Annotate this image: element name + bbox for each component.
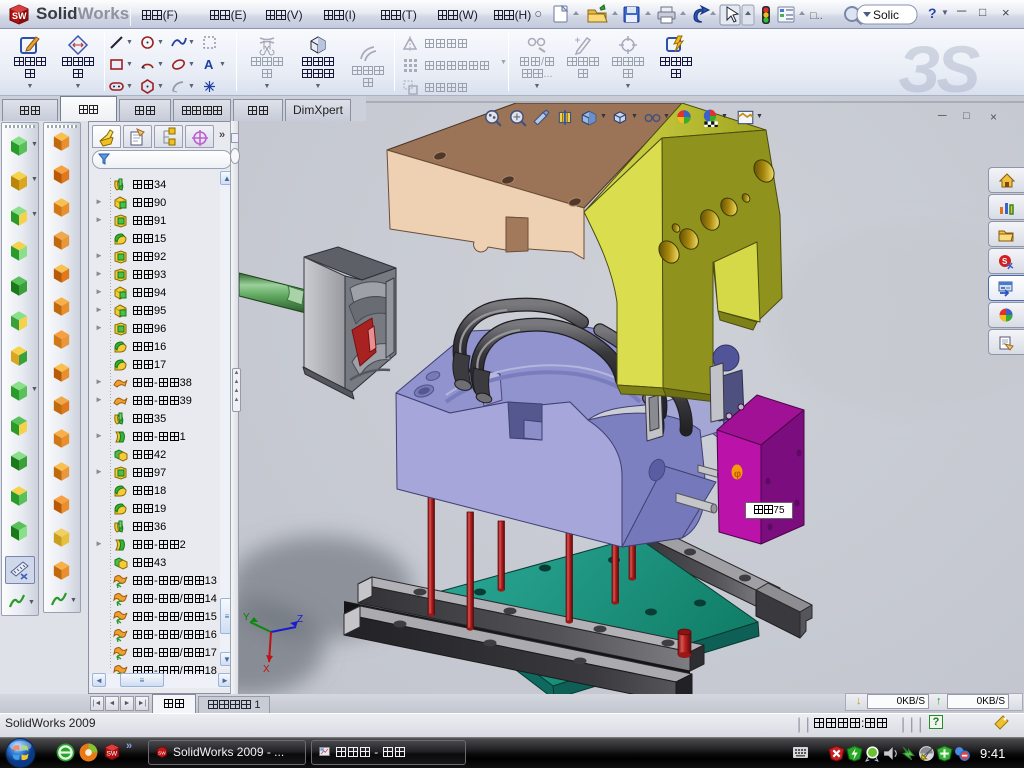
svg-text:A: A <box>204 57 214 72</box>
svg-text:Solic: Solic <box>873 8 899 22</box>
svg-text:Z: Z <box>297 614 303 625</box>
svg-text:□..: □.. <box>810 10 823 22</box>
svg-text:X: X <box>263 664 270 675</box>
svg-text:Y: Y <box>243 612 250 623</box>
svg-text:SW: SW <box>12 11 27 21</box>
svg-text:SW: SW <box>106 750 117 757</box>
svg-text:φ: φ <box>734 469 741 480</box>
svg-text:SW: SW <box>158 750 166 755</box>
